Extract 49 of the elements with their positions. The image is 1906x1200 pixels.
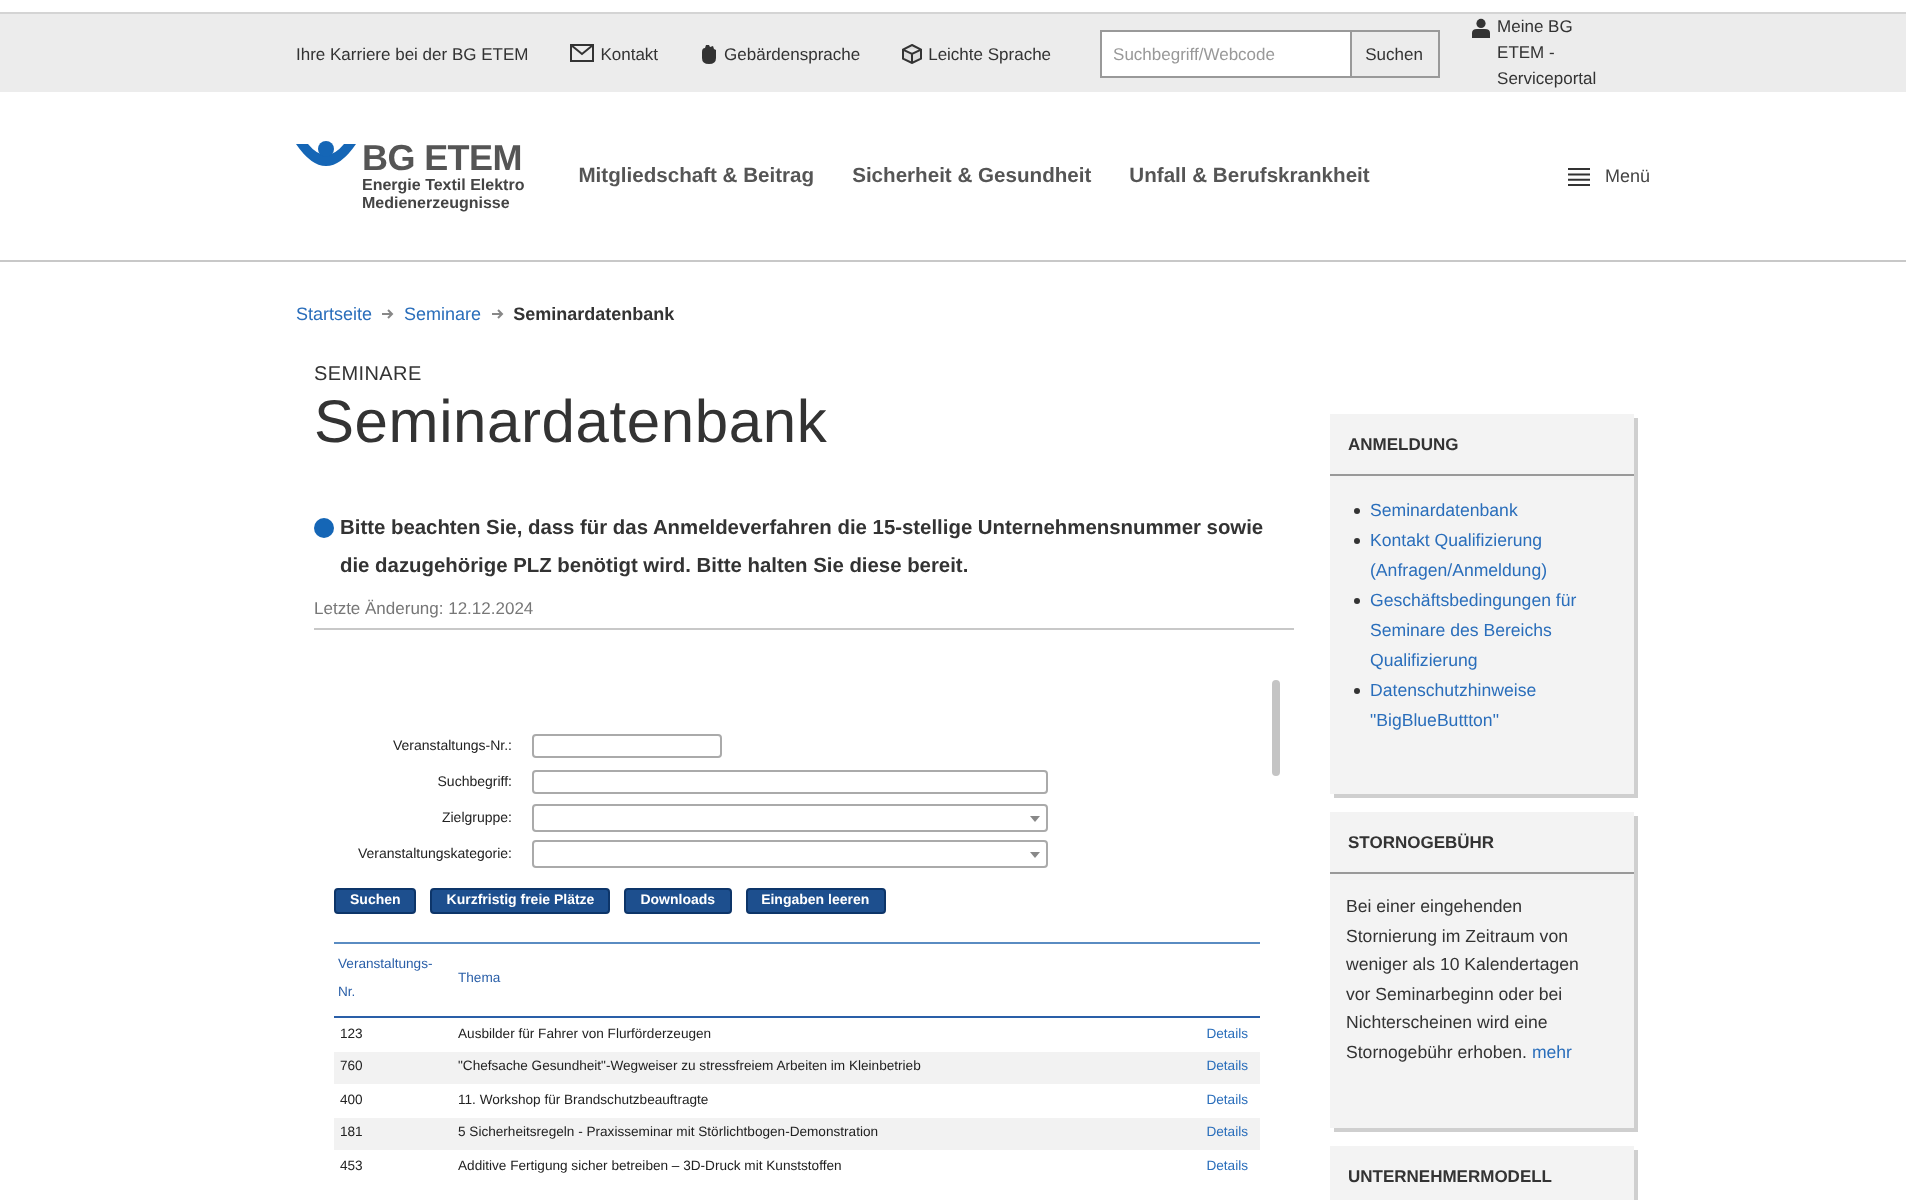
top-link[interactable]: Kontakt xyxy=(600,43,659,63)
sidebar-heading: UNTERNEHMERMODELL xyxy=(1330,1145,1634,1200)
dropdown[interactable] xyxy=(532,804,1048,832)
top-link[interactable]: Ihre Karriere bei der BG ETEM xyxy=(296,43,529,63)
search-button[interactable]: Suchen xyxy=(1349,31,1438,75)
user-icon xyxy=(1471,18,1490,38)
mail-icon xyxy=(570,44,595,62)
cube-icon xyxy=(902,43,923,63)
sidebar-text: Bei einer eingehenden Stornierung im Zeitraum von weniger als 10 Kalendertagen vor Seminarbeginn oder bei Nichterscheinen wird eine Stornogebühr erhoben. mehr xyxy=(1344,894,1581,1066)
hand-icon xyxy=(700,43,719,63)
dropdown[interactable] xyxy=(532,840,1048,868)
arrow-icon xyxy=(491,307,504,319)
sidebar-link[interactable]: Seminardatenbank xyxy=(1370,496,1518,526)
menu-button[interactable]: Menü xyxy=(1604,166,1650,186)
logo-name: BG ETEM xyxy=(362,140,524,176)
nav-link[interactable]: Mitgliedschaft & Beitrag xyxy=(578,165,815,187)
sidebar-link[interactable]: Kontakt Qualifizierung (Anfragen/Anmeldung) xyxy=(1370,526,1622,586)
top-link[interactable]: Leichte Sprache xyxy=(928,43,1052,63)
last-changed: Letzte Änderung: 12.12.2024 xyxy=(314,598,534,618)
section-label: SEMINARE xyxy=(314,364,424,386)
input-field[interactable] xyxy=(532,770,1048,794)
menu-icon[interactable] xyxy=(1568,167,1591,185)
nav-link[interactable]: Sicherheit & Gesundheit xyxy=(852,165,1092,187)
breadcrumb-link[interactable]: Seminare xyxy=(404,303,482,323)
nav-link[interactable]: Unfall & Berufskrankheit xyxy=(1129,165,1370,187)
sidebar-link[interactable]: Geschäftsbedingungen für Seminare des Bereichs Qualifizierung xyxy=(1370,586,1622,676)
scrollbar[interactable] xyxy=(1272,680,1280,776)
bullet-icon xyxy=(314,518,334,538)
search-field[interactable]: Suchbegriff/Webcode Suchen xyxy=(1099,29,1440,77)
bullet-icon xyxy=(1354,598,1360,604)
logo-tagline: Medienerzeugnisse xyxy=(362,194,512,212)
top-link[interactable]: Gebärdensprache xyxy=(724,43,861,63)
sidebar-heading: ANMELDUNG xyxy=(1330,414,1634,476)
sidebar-heading: STORNOGEBÜHR xyxy=(1330,812,1634,874)
bullet-icon xyxy=(1354,508,1360,514)
account-link[interactable]: Meine BG ETEM - Serviceportal xyxy=(1497,14,1616,92)
sidebar-link[interactable]: Datenschutzhinweise "BigBlueButtton" xyxy=(1370,676,1622,736)
notice-text: Bitte beachten Sie, dass für das Anmeldeverfahren die 15-stellige Unternehmensnummer sowie die dazugehörige PLZ benötigt wird. Bitte halten Sie diese bereit. xyxy=(340,516,1266,582)
input-field[interactable] xyxy=(532,734,722,758)
arrow-icon xyxy=(382,307,395,319)
page-title: Seminardatenbank xyxy=(314,390,830,458)
breadcrumb-link[interactable]: Startseite xyxy=(296,303,373,323)
caret-icon xyxy=(1030,815,1040,821)
breadcrumb-current: Seminardatenbank xyxy=(513,303,675,323)
logo-tagline: Energie Textil Elektro xyxy=(362,176,525,194)
more-link[interactable]: mehr xyxy=(1531,1041,1572,1062)
bullet-icon xyxy=(1354,538,1360,544)
bullet-icon xyxy=(1354,688,1360,694)
caret-icon xyxy=(1030,851,1040,857)
